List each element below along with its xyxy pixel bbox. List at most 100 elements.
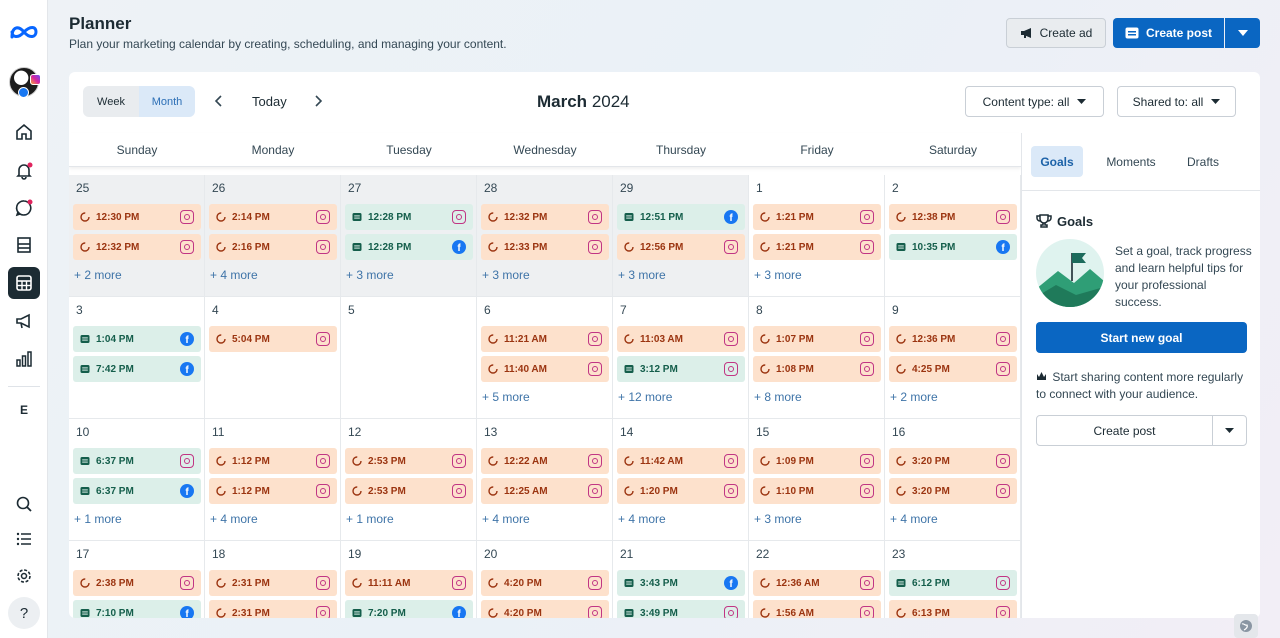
post-chip[interactable]: 11:03 AM <box>617 326 745 352</box>
insights-icon[interactable] <box>8 343 40 375</box>
meta-logo-icon[interactable] <box>8 16 40 48</box>
more-posts-link[interactable]: + 8 more <box>754 390 802 404</box>
post-chip[interactable]: 4:25 PM <box>889 356 1017 382</box>
ads-icon[interactable] <box>8 305 40 337</box>
day-cell[interactable]: 28 12:32 PM 12:33 PM + 3 more <box>477 175 613 297</box>
more-posts-link[interactable]: + 12 more <box>618 390 672 404</box>
post-chip[interactable]: 11:21 AM <box>481 326 609 352</box>
post-chip[interactable]: 1:09 PM <box>753 448 881 474</box>
more-posts-link[interactable]: + 3 more <box>754 512 802 526</box>
planner-icon[interactable] <box>8 267 40 299</box>
day-cell[interactable]: 26 2:14 PM 2:16 PM + 4 more <box>205 175 341 297</box>
post-chip[interactable]: 6:37 PM <box>73 448 201 474</box>
tab-moments[interactable]: Moments <box>1099 146 1163 177</box>
day-cell[interactable]: 10 6:37 PM 6:37 PM f + 1 more <box>69 419 205 541</box>
today-button[interactable]: Today <box>252 94 287 109</box>
day-cell[interactable]: 3 1:04 PM f 7:42 PM f <box>69 297 205 419</box>
home-icon[interactable] <box>8 116 40 148</box>
more-posts-link[interactable]: + 2 more <box>74 268 122 282</box>
tab-goals[interactable]: Goals <box>1031 146 1083 177</box>
globe-icon[interactable] <box>1234 614 1258 638</box>
post-chip[interactable]: 6:12 PM <box>889 570 1017 596</box>
day-cell[interactable]: 13 12:22 AM 12:25 AM + 4 more <box>477 419 613 541</box>
workspace-letter[interactable]: E <box>8 394 40 426</box>
week-view-button[interactable]: Week <box>83 86 139 117</box>
day-cell[interactable]: 1 1:21 PM 1:21 PM + 3 more <box>749 175 885 297</box>
content-type-filter[interactable]: Content type: all <box>965 86 1104 117</box>
day-cell[interactable]: 9 12:36 PM 4:25 PM + 2 more <box>885 297 1021 419</box>
account-avatar[interactable] <box>9 67 41 98</box>
more-posts-link[interactable]: + 5 more <box>482 390 530 404</box>
post-chip[interactable]: 1:04 PM f <box>73 326 201 352</box>
post-chip[interactable]: 2:38 PM <box>73 570 201 596</box>
day-cell[interactable]: 20 4:20 PM 4:20 PM <box>477 541 613 618</box>
settings-icon[interactable] <box>8 560 40 592</box>
start-new-goal-button[interactable]: Start new goal <box>1036 322 1247 353</box>
search-icon[interactable] <box>8 488 40 520</box>
post-chip[interactable]: 1:07 PM <box>753 326 881 352</box>
more-posts-link[interactable]: + 4 more <box>482 512 530 526</box>
post-chip[interactable]: 4:20 PM <box>481 600 609 618</box>
day-cell[interactable]: 18 2:31 PM 2:31 PM <box>205 541 341 618</box>
day-cell[interactable]: 6 11:21 AM 11:40 AM + 5 more <box>477 297 613 419</box>
post-chip[interactable]: 12:25 AM <box>481 478 609 504</box>
post-chip[interactable]: 6:37 PM f <box>73 478 201 504</box>
post-chip[interactable]: 12:22 AM <box>481 448 609 474</box>
side-create-post-button[interactable]: Create post <box>1036 415 1213 446</box>
post-chip[interactable]: 3:20 PM <box>889 448 1017 474</box>
more-posts-link[interactable]: + 4 more <box>618 512 666 526</box>
day-cell[interactable]: 4 5:04 PM <box>205 297 341 419</box>
post-chip[interactable]: 4:20 PM <box>481 570 609 596</box>
more-posts-link[interactable]: + 1 more <box>346 512 394 526</box>
post-chip[interactable]: 1:12 PM <box>209 478 337 504</box>
create-post-dropdown[interactable] <box>1225 18 1260 48</box>
create-ad-button[interactable]: Create ad <box>1006 18 1106 48</box>
more-posts-link[interactable]: + 3 more <box>754 268 802 282</box>
post-chip[interactable]: 3:49 PM <box>617 600 745 618</box>
month-view-button[interactable]: Month <box>139 86 195 117</box>
more-posts-link[interactable]: + 1 more <box>74 512 122 526</box>
post-chip[interactable]: 11:40 AM <box>481 356 609 382</box>
post-chip[interactable]: 1:12 PM <box>209 448 337 474</box>
post-chip[interactable]: 1:08 PM <box>753 356 881 382</box>
post-chip[interactable]: 1:21 PM <box>753 204 881 230</box>
next-month-button[interactable] <box>311 92 327 110</box>
day-cell[interactable]: 29 12:51 PM f 12:56 PM + 3 more <box>613 175 749 297</box>
day-cell[interactable]: 22 12:36 AM 1:56 AM <box>749 541 885 618</box>
day-cell[interactable]: 2 12:38 PM 10:35 PM f <box>885 175 1021 297</box>
post-chip[interactable]: 3:43 PM f <box>617 570 745 596</box>
day-cell[interactable]: 14 11:42 AM 1:20 PM + 4 more <box>613 419 749 541</box>
post-chip[interactable]: 1:56 AM <box>753 600 881 618</box>
post-chip[interactable]: 5:04 PM <box>209 326 337 352</box>
post-chip[interactable]: 2:14 PM <box>209 204 337 230</box>
inbox-icon[interactable] <box>8 192 40 224</box>
help-icon[interactable]: ? <box>8 597 40 629</box>
more-posts-link[interactable]: + 4 more <box>890 512 938 526</box>
day-cell[interactable]: 17 2:38 PM 7:10 PM f <box>69 541 205 618</box>
post-chip[interactable]: 11:42 AM <box>617 448 745 474</box>
post-chip[interactable]: 12:32 PM <box>73 234 201 260</box>
post-chip[interactable]: 12:36 PM <box>889 326 1017 352</box>
post-chip[interactable]: 2:16 PM <box>209 234 337 260</box>
post-chip[interactable]: 11:11 AM <box>345 570 473 596</box>
post-chip[interactable]: 1:10 PM <box>753 478 881 504</box>
day-cell[interactable]: 7 11:03 AM 3:12 PM + 12 more <box>613 297 749 419</box>
day-cell[interactable]: 23 6:12 PM 6:13 PM <box>885 541 1021 618</box>
previous-month-button[interactable] <box>210 92 226 110</box>
tab-drafts[interactable]: Drafts <box>1179 146 1227 177</box>
shared-to-filter[interactable]: Shared to: all <box>1117 86 1236 117</box>
more-posts-link[interactable]: + 4 more <box>210 512 258 526</box>
post-chip[interactable]: 12:33 PM <box>481 234 609 260</box>
post-chip[interactable]: 1:21 PM <box>753 234 881 260</box>
post-chip[interactable]: 12:28 PM f <box>345 234 473 260</box>
post-chip[interactable]: 12:28 PM <box>345 204 473 230</box>
day-cell[interactable]: 25 12:30 PM 12:32 PM + 2 more <box>69 175 205 297</box>
post-chip[interactable]: 2:31 PM <box>209 600 337 618</box>
post-chip[interactable]: 12:38 PM <box>889 204 1017 230</box>
day-cell[interactable]: 27 12:28 PM 12:28 PM f + 3 more <box>341 175 477 297</box>
day-cell[interactable]: 15 1:09 PM 1:10 PM + 3 more <box>749 419 885 541</box>
post-chip[interactable]: 12:56 PM <box>617 234 745 260</box>
side-create-post-dropdown[interactable] <box>1212 415 1247 446</box>
content-icon[interactable] <box>8 229 40 261</box>
post-chip[interactable]: 1:20 PM <box>617 478 745 504</box>
